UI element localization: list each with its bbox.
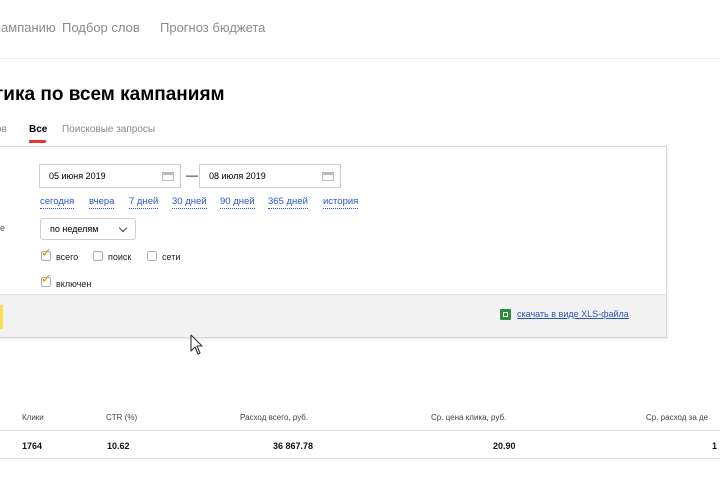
date-range-separator: — — [186, 168, 198, 182]
calendar-icon[interactable] — [162, 172, 174, 181]
cell-avg-cpc: 20.90 — [493, 441, 516, 451]
checkbox-networks-label: сети — [162, 252, 181, 262]
range-365-days-link[interactable]: 365 дней — [268, 196, 308, 209]
checkbox-search-label: поиск — [108, 252, 132, 262]
mouse-cursor-icon — [190, 334, 203, 355]
checkbox-search[interactable] — [93, 251, 103, 261]
cell-ctr: 10.62 — [107, 441, 130, 451]
calendar-icon[interactable] — [322, 172, 334, 181]
checkbox-enabled[interactable] — [41, 272, 52, 287]
cell-avg-daily-spend: 1 — [712, 441, 718, 451]
nav-campaign-link[interactable]: пампанию — [0, 20, 56, 35]
checkbox-total[interactable] — [41, 246, 52, 261]
column-header-total-spend: Расход всего, руб. — [240, 413, 309, 422]
chevron-down-icon — [118, 223, 128, 233]
column-header-avg-cpc: Ср. цена клика, руб. — [431, 413, 507, 422]
date-to-value: 08 июля 2019 — [209, 171, 266, 181]
xls-file-icon — [500, 309, 511, 320]
checkbox-enabled-label: включен — [56, 279, 92, 289]
range-30-days-link[interactable]: 30 дней — [172, 196, 207, 209]
range-history-link[interactable]: история — [323, 196, 359, 209]
range-yesterday-link[interactable]: вчера — [89, 196, 115, 209]
download-xls-link[interactable]: скачать в виде XLS-файла — [517, 309, 629, 319]
show-report-button[interactable] — [0, 305, 3, 329]
checkbox-total-label: всего — [56, 252, 79, 262]
top-navigation: пампанию Подбор слов Прогноз бюджета — [0, 0, 720, 59]
nav-budget-forecast-link[interactable]: Прогноз бюджета — [160, 20, 265, 35]
cell-clicks: 1764 — [22, 441, 43, 451]
page-title: тика по всем кампаниям — [0, 84, 225, 105]
column-header-avg-daily-spend: Ср. расход за де — [646, 413, 709, 422]
active-tab-indicator — [29, 140, 46, 143]
tab-all[interactable]: Все — [29, 124, 47, 135]
cell-total-spend: 36 867.78 — [273, 441, 314, 451]
tab-search-queries[interactable]: Поисковые запросы — [62, 124, 155, 135]
date-to-input[interactable]: 08 июля 2019 — [199, 164, 341, 188]
date-from-input[interactable]: 05 июня 2019 — [39, 164, 181, 188]
range-7-days-link[interactable]: 7 дней — [129, 196, 159, 209]
grouping-label: е — [0, 223, 6, 233]
date-from-value: 05 июня 2019 — [49, 171, 106, 181]
table-divider — [0, 458, 720, 459]
grouping-select[interactable]: по неделям — [40, 218, 136, 240]
tab-partial[interactable]: ов — [0, 124, 7, 135]
range-90-days-link[interactable]: 90 дней — [220, 196, 255, 209]
range-today-link[interactable]: сегодня — [40, 196, 75, 209]
checkbox-networks[interactable] — [147, 251, 157, 261]
column-header-clicks: Клики — [22, 413, 44, 422]
column-header-ctr: CTR (%) — [106, 413, 138, 422]
nav-word-selection-link[interactable]: Подбор слов — [62, 20, 140, 35]
grouping-value: по неделям — [50, 224, 99, 234]
table-divider — [0, 430, 720, 431]
